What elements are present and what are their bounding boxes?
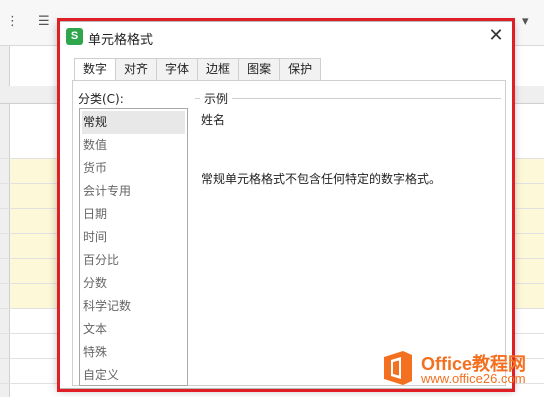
cell-format-dialog: S 单元格格式 ✕ 数字 对齐 字体 边框 图案 保护 分类(C): 常规 数值… xyxy=(57,21,514,389)
toolbar-icon[interactable]: ⋮ xyxy=(6,14,19,29)
sample-group: 示例 姓名 xyxy=(195,90,501,136)
align-left-icon[interactable]: ☰ xyxy=(38,14,50,29)
category-item-time[interactable]: 时间 xyxy=(80,226,187,249)
category-item-fraction[interactable]: 分数 xyxy=(80,272,187,295)
tab-bar: 数字 对齐 字体 边框 图案 保护 xyxy=(74,58,322,81)
category-list[interactable]: 常规 数值 货币 会计专用 日期 时间 百分比 分数 科学记数 文本 特殊 自定… xyxy=(79,108,188,386)
tab-font[interactable]: 字体 xyxy=(156,58,199,80)
category-item-date[interactable]: 日期 xyxy=(80,203,187,226)
dialog-title: 单元格格式 xyxy=(88,33,154,48)
category-item-special[interactable]: 特殊 xyxy=(80,341,187,364)
category-item-scientific[interactable]: 科学记数 xyxy=(80,295,187,318)
watermark: Office教程网 www.office26.com xyxy=(381,349,541,389)
category-item-currency[interactable]: 货币 xyxy=(80,157,187,180)
tab-protection[interactable]: 保护 xyxy=(279,58,322,80)
format-description: 常规单元格格式不包含任何特定的数字格式。 xyxy=(201,172,442,186)
category-item-number[interactable]: 数值 xyxy=(80,134,187,157)
category-item-text[interactable]: 文本 xyxy=(80,318,187,341)
tab-number[interactable]: 数字 xyxy=(74,58,117,81)
category-item-accounting[interactable]: 会计专用 xyxy=(80,180,187,203)
close-button[interactable]: ✕ xyxy=(485,25,507,47)
category-item-percentage[interactable]: 百分比 xyxy=(80,249,187,272)
number-tab-panel: 分类(C): 常规 数值 货币 会计专用 日期 时间 百分比 分数 科学记数 文… xyxy=(72,80,506,386)
toolbar-icon[interactable]: ▾ xyxy=(522,14,529,29)
category-item-custom[interactable]: 自定义 xyxy=(80,364,187,387)
category-item-general[interactable]: 常规 xyxy=(82,111,185,134)
office-logo-icon xyxy=(384,351,412,385)
sample-value: 姓名 xyxy=(201,113,226,127)
tab-alignment[interactable]: 对齐 xyxy=(115,58,158,80)
category-label: 分类(C): xyxy=(78,92,124,106)
sample-legend: 示例 xyxy=(200,90,233,107)
tab-pattern[interactable]: 图案 xyxy=(238,58,281,80)
dialog-titlebar[interactable]: S 单元格格式 ✕ xyxy=(58,22,513,52)
app-logo-icon: S xyxy=(66,28,83,45)
watermark-url: www.office26.com xyxy=(421,371,526,386)
tab-border[interactable]: 边框 xyxy=(197,58,240,80)
